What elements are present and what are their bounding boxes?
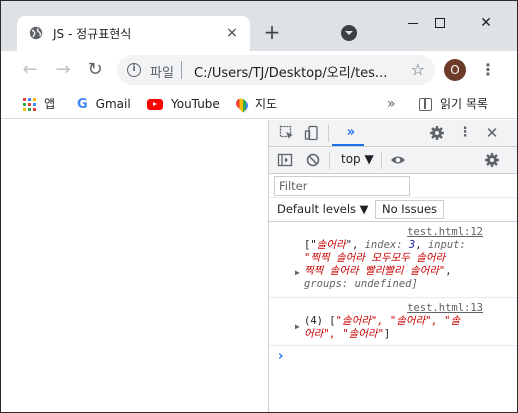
console-message: test.html:12 ▶ ["솔어라", index: 3, input: … xyxy=(269,224,517,298)
console-message-body[interactable]: (4) ["솔어라", "솔어라", "솔 어라", "솔어라"] xyxy=(304,315,484,341)
tab-title: JS - 정규표현식 xyxy=(53,27,132,41)
console-toolbar: top ▼ xyxy=(269,147,517,174)
console-message: test.html:13 ▶ (4) ["솔어라", "솔어라", "솔 어라"… xyxy=(269,300,517,346)
console-settings-gear-icon[interactable] xyxy=(484,152,500,168)
window-close-button[interactable]: ✕ xyxy=(466,9,506,37)
back-button[interactable]: ← xyxy=(19,59,41,81)
bookmark-maps[interactable]: 지도 xyxy=(233,94,278,114)
console-message-source-link[interactable]: test.html:12 xyxy=(407,226,483,239)
tab-strip: JS - 정규표현식 × + ✕ xyxy=(1,1,517,51)
browser-toolbar: ← → ↻ i 파일 C:/Users/TJ/Desktop/오리/tes...… xyxy=(1,51,517,89)
bookmark-apps-label: 앱 xyxy=(44,97,56,111)
minimize-icon xyxy=(408,22,418,24)
log-levels-dropdown[interactable]: Default levels ▼ xyxy=(277,202,369,216)
browser-menu-icon[interactable]: ⋮ xyxy=(479,59,497,81)
live-expression-eye-icon[interactable] xyxy=(390,152,406,168)
bookmark-maps-label: 지도 xyxy=(255,97,278,111)
bookmark-gmail-label: Gmail xyxy=(95,97,131,111)
console-levels-row: Default levels ▼ No Issues xyxy=(269,198,517,222)
console-filter-row: Filter xyxy=(269,174,517,198)
tab-active[interactable]: JS - 정규표현식 × xyxy=(17,16,250,51)
inspect-element-icon[interactable] xyxy=(279,125,295,141)
issues-button[interactable]: No Issues xyxy=(375,200,445,219)
devtools-panel: » ⋮ ✕ top ▼ Filter Default levels ▼ No I… xyxy=(268,120,517,412)
page-content xyxy=(1,120,268,412)
bookmarks-overflow-button[interactable]: » xyxy=(387,94,396,114)
globe-icon xyxy=(29,26,43,40)
console-toolbar-divider xyxy=(329,152,330,169)
bookmarks-bar: 앱 G Gmail YouTube 지도 » 읽기 목록 xyxy=(1,89,517,119)
url-scheme-label: 파일 xyxy=(150,66,174,81)
browser-window: JS - 정규표현식 × + ✕ ← → ↻ i 파일 C:/Users/TJ/… xyxy=(0,0,518,413)
site-info-icon[interactable]: i xyxy=(127,63,141,77)
devtools-active-tab-indicator xyxy=(332,144,364,146)
console-prompt-caret[interactable]: › xyxy=(278,349,283,364)
youtube-icon xyxy=(147,99,163,110)
maximize-button[interactable] xyxy=(420,9,460,37)
console-sidebar-icon[interactable] xyxy=(277,152,293,168)
bookmark-youtube[interactable]: YouTube xyxy=(147,94,220,114)
google-icon: G xyxy=(77,96,88,112)
reading-list-button[interactable]: 읽기 목록 xyxy=(419,94,488,114)
url-separator xyxy=(181,61,182,79)
console-message-source-link[interactable]: test.html:13 xyxy=(407,302,483,315)
devtools-tab-bar: » ⋮ ✕ xyxy=(269,120,517,147)
expand-triangle-icon[interactable]: ▶ xyxy=(295,320,300,333)
reload-button[interactable]: ↻ xyxy=(84,59,106,81)
reading-list-icon xyxy=(419,98,432,111)
devtools-more-tabs-button[interactable]: » xyxy=(343,125,359,141)
expand-triangle-icon[interactable]: ▶ xyxy=(295,266,300,279)
reading-list-label: 읽기 목록 xyxy=(440,97,488,111)
address-bar[interactable]: i 파일 C:/Users/TJ/Desktop/오리/tes... ☆ xyxy=(117,55,435,85)
devtools-menu-icon[interactable]: ⋮ xyxy=(457,125,473,141)
tab-close-icon[interactable]: × xyxy=(222,23,242,43)
bookmark-star-icon[interactable]: ☆ xyxy=(411,60,425,79)
js-context-selector[interactable]: top ▼ xyxy=(341,152,374,166)
devtools-close-icon[interactable]: ✕ xyxy=(484,125,500,141)
gear-icon[interactable] xyxy=(429,125,445,141)
bookmark-youtube-label: YouTube xyxy=(171,97,220,111)
console-message-body[interactable]: ["솔어라", index: 3, input: "찍찍 솔어라 모두모두 솔어… xyxy=(304,239,484,291)
maximize-icon xyxy=(435,18,445,28)
devtools-divider xyxy=(328,125,329,142)
apps-grid-icon xyxy=(23,98,36,111)
url-text[interactable]: C:/Users/TJ/Desktop/오리/tes... xyxy=(194,62,394,81)
device-toolbar-icon[interactable] xyxy=(304,125,320,141)
console-toolbar-divider xyxy=(381,152,382,169)
console-filter-input[interactable]: Filter xyxy=(274,176,410,196)
clear-console-icon[interactable] xyxy=(305,152,321,168)
bookmark-gmail[interactable]: G Gmail xyxy=(77,94,131,114)
forward-button[interactable]: → xyxy=(52,59,74,81)
profile-avatar[interactable]: O xyxy=(444,59,466,81)
bookmark-apps[interactable]: 앱 xyxy=(23,94,55,114)
new-tab-button[interactable]: + xyxy=(261,21,283,43)
maps-icon xyxy=(233,96,251,113)
tab-search-icon[interactable] xyxy=(341,25,357,41)
